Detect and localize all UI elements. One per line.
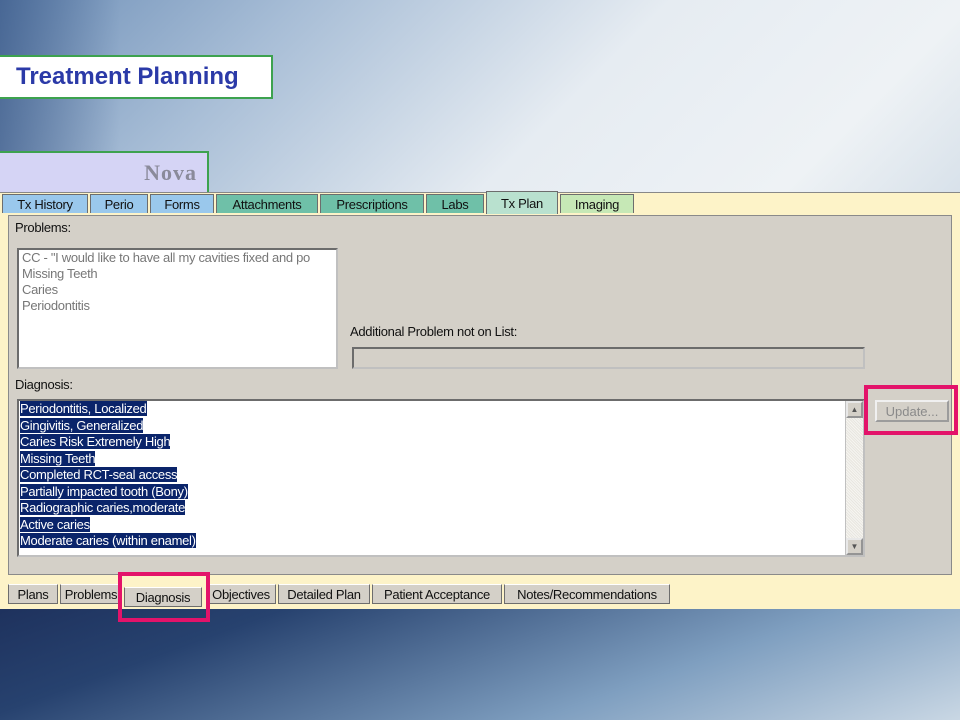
tab-forms[interactable]: Forms: [150, 194, 214, 213]
list-item[interactable]: Periodontitis: [19, 298, 336, 314]
list-item[interactable]: Caries: [19, 282, 336, 298]
tab-notes-recommendations[interactable]: Notes/Recommendations: [504, 584, 670, 604]
list-item: Radiographic caries,moderate: [20, 500, 186, 515]
tab-imaging[interactable]: Imaging: [560, 194, 634, 213]
top-tab-bar: Tx History Perio Forms Attachments Presc…: [0, 191, 960, 215]
list-item: Caries Risk Extremely High: [20, 434, 171, 449]
tab-prescriptions[interactable]: Prescriptions: [320, 194, 424, 213]
tab-objectives[interactable]: Objectives: [206, 584, 276, 604]
list-item: Completed RCT-seal access: [20, 467, 178, 482]
additional-problem-label: Additional Problem not on List:: [350, 324, 518, 339]
list-item: Active caries: [20, 516, 90, 532]
additional-problem-field[interactable]: [352, 347, 865, 369]
app-name: Nova: [144, 160, 197, 185]
tab-tx-plan[interactable]: Tx Plan: [486, 191, 558, 214]
diagnosis-tab-highlight: [118, 572, 210, 622]
app-name-box: Nova: [0, 151, 209, 193]
list-item: Moderate caries (within enamel): [20, 533, 196, 548]
tab-tx-history[interactable]: Tx History: [2, 194, 88, 213]
tab-patient-acceptance[interactable]: Patient Acceptance: [372, 584, 502, 604]
slide-title-box: Treatment Planning: [0, 55, 273, 99]
tab-attachments[interactable]: Attachments: [216, 194, 318, 213]
tab-labs[interactable]: Labs: [426, 194, 484, 213]
scroll-up-icon[interactable]: ▲: [846, 401, 863, 418]
list-item[interactable]: CC - "I would like to have all my caviti…: [19, 250, 336, 266]
update-button-highlight: [864, 385, 958, 435]
list-item: Partially impacted tooth (Bony): [20, 483, 188, 499]
list-item: Gingivitis, Generalized: [20, 417, 144, 433]
tx-plan-panel: Problems: CC - "I would like to have all…: [8, 215, 952, 575]
problems-listbox[interactable]: CC - "I would like to have all my caviti…: [17, 248, 338, 369]
tab-detailed-plan[interactable]: Detailed Plan: [278, 584, 370, 604]
diagnosis-listbox[interactable]: Periodontitis, Localized Gingivitis, Gen…: [17, 399, 865, 557]
tab-perio[interactable]: Perio: [90, 194, 148, 213]
list-item: Periodontitis, Localized: [20, 401, 147, 416]
list-item[interactable]: Missing Teeth: [19, 266, 336, 282]
scroll-down-icon[interactable]: ▼: [846, 538, 863, 555]
tab-plans[interactable]: Plans: [8, 584, 58, 604]
diagnosis-scrollbar[interactable]: ▲ ▼: [845, 401, 863, 555]
tab-problems[interactable]: Problems: [60, 584, 122, 604]
diagnosis-label: Diagnosis:: [15, 377, 73, 392]
application-window: Tx History Perio Forms Attachments Presc…: [0, 191, 960, 609]
problems-label: Problems:: [15, 220, 71, 235]
list-item: Missing Teeth: [20, 450, 96, 466]
slide-title: Treatment Planning: [16, 63, 239, 90]
